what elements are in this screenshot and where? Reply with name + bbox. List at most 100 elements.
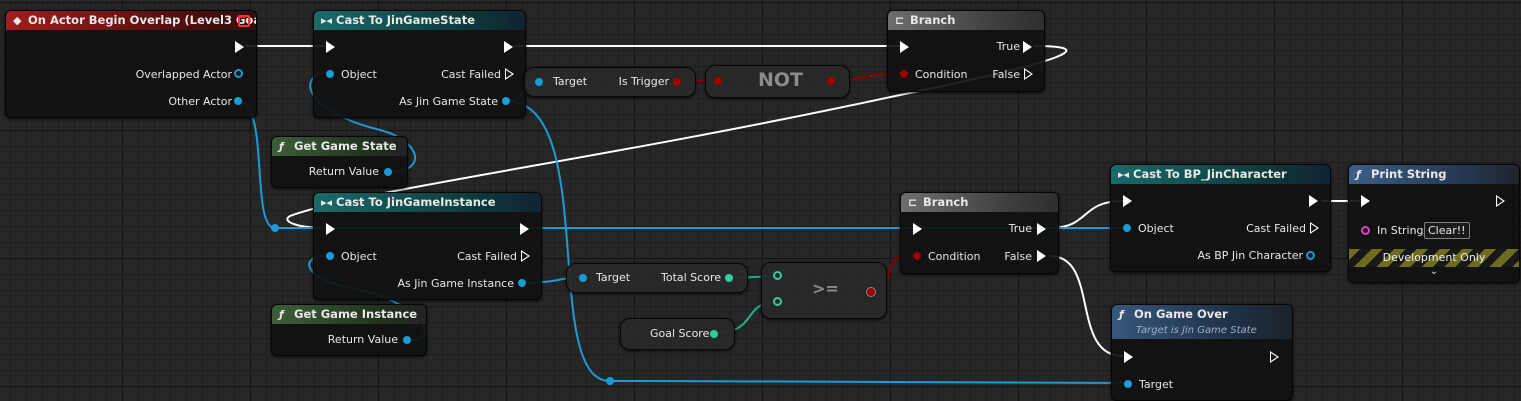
event-node-header: ◆ On Actor Begin Overlap (Level3 Goal) — [6, 11, 256, 30]
pin-label: Cast Failed — [441, 68, 501, 81]
exec-out-pin[interactable] — [1309, 195, 1318, 207]
node-header: ƒ On Game Over Target is Jin Game State — [1112, 305, 1292, 339]
object-in-pin[interactable] — [326, 252, 334, 260]
exec-in-pin[interactable] — [326, 223, 335, 235]
cast-arrow-icon: ▸◂ — [321, 196, 333, 209]
goal-score-node[interactable]: Goal Score — [620, 318, 735, 350]
compare-a-pin[interactable] — [773, 271, 782, 280]
pin-label: In String — [1377, 224, 1424, 237]
on-game-over-node[interactable]: ƒ On Game Over Target is Jin Game State … — [1111, 304, 1293, 401]
pin-label: False — [1004, 250, 1032, 263]
chevron-down-icon[interactable]: ⌄ — [1349, 266, 1519, 277]
pin-label: Overlapped Actor — [135, 68, 232, 81]
condition-pin[interactable] — [913, 252, 921, 260]
node-title: Branch — [910, 13, 956, 27]
exec-out-pin[interactable] — [504, 41, 513, 53]
print-string-node[interactable]: ƒ Print String In String Clear!! Develop… — [1348, 164, 1520, 283]
pin-label: Cast Failed — [1246, 222, 1306, 235]
not-node[interactable]: NOT — [705, 65, 850, 98]
pin-label: Goal Score — [650, 327, 710, 340]
false-out-pin[interactable] — [1024, 68, 1033, 80]
exec-in-pin[interactable] — [1361, 195, 1370, 207]
return-value-pin[interactable] — [403, 336, 411, 344]
is-trigger-out-pin[interactable] — [673, 78, 681, 86]
exec-out-pin[interactable] — [235, 41, 244, 53]
branch-icon: ⊏ — [908, 196, 918, 209]
target-in-pin[interactable] — [535, 78, 543, 86]
object-in-pin[interactable] — [1123, 224, 1131, 232]
event-diamond-icon: ◆ — [13, 14, 22, 27]
get-game-instance-node[interactable]: ƒ Get Game Instance Return Value — [271, 304, 427, 356]
exec-in-pin[interactable] — [326, 41, 335, 53]
exec-out-pin[interactable] — [1496, 195, 1505, 207]
node-header: ⊏ Branch — [901, 193, 1058, 212]
pin-label: As BP Jin Character — [1197, 249, 1303, 262]
pin-label: Object — [341, 250, 377, 263]
exec-in-pin[interactable] — [1123, 195, 1132, 207]
greater-equal-node[interactable]: >= — [761, 262, 887, 319]
function-f-icon: ƒ — [1356, 168, 1361, 181]
cast-bp-jin-character-node[interactable]: ▸◂ Cast To BP_JinCharacter Object Cast F… — [1110, 164, 1331, 272]
branch-node-1[interactable]: ⊏ Branch True Condition False — [887, 10, 1045, 92]
total-score-node[interactable]: Target Total Score — [566, 263, 748, 293]
as-bp-jin-character-pin[interactable] — [1306, 251, 1315, 260]
in-string-pin[interactable] — [1361, 226, 1370, 235]
exec-out-pin[interactable] — [520, 223, 529, 235]
pin-label: Target — [596, 271, 631, 284]
cast-arrow-icon: ▸◂ — [321, 14, 333, 27]
compare-label: >= — [812, 279, 839, 298]
node-title: Cast To BP_JinCharacter — [1133, 167, 1287, 181]
as-jin-game-instance-pin[interactable] — [518, 279, 526, 287]
exec-in-pin[interactable] — [913, 223, 922, 235]
cast-failed-pin[interactable] — [521, 250, 530, 262]
cast-jin-game-state-node[interactable]: ▸◂ Cast To JinGameState Object Cast Fail… — [313, 10, 526, 118]
condition-pin[interactable] — [900, 70, 908, 78]
event-node-begin-overlap[interactable]: ◆ On Actor Begin Overlap (Level3 Goal) O… — [5, 10, 257, 118]
overlapped-actor-pin[interactable] — [234, 69, 243, 78]
goal-score-out-pin[interactable] — [710, 330, 718, 338]
target-in-pin[interactable] — [579, 274, 587, 282]
compare-b-pin[interactable] — [773, 297, 782, 306]
node-title: Cast To JinGameInstance — [336, 195, 496, 209]
pin-label: As Jin Game Instance — [397, 277, 514, 290]
node-subtitle: Target is Jin Game State — [1136, 325, 1257, 336]
is-trigger-node[interactable]: Target Is Trigger — [524, 67, 696, 97]
branch-node-2[interactable]: ⊏ Branch True Condition False — [900, 192, 1059, 274]
in-string-input[interactable]: Clear!! — [1424, 222, 1470, 239]
compare-out-pin[interactable] — [866, 287, 876, 297]
node-title: Get Game State — [294, 139, 397, 153]
pin-label: Cast Failed — [457, 250, 517, 263]
pin-label: As Jin Game State — [399, 95, 498, 108]
cast-failed-pin[interactable] — [1310, 222, 1319, 234]
node-title: Branch — [923, 195, 969, 209]
other-actor-pin[interactable] — [234, 97, 242, 105]
event-indicator-icon — [238, 15, 250, 27]
get-game-state-node[interactable]: ƒ Get Game State Return Value — [271, 136, 408, 188]
node-header: ƒ Get Game State — [272, 137, 407, 156]
pin-label: Return Value — [327, 333, 398, 346]
return-value-pin[interactable] — [384, 168, 392, 176]
development-only-label: Development Only — [1382, 251, 1486, 264]
exec-in-pin[interactable] — [1124, 351, 1133, 363]
pin-label: Condition — [928, 250, 981, 263]
cast-jin-game-instance-node[interactable]: ▸◂ Cast To JinGameInstance Object Cast F… — [313, 192, 542, 300]
object-in-pin[interactable] — [326, 70, 334, 78]
total-score-out-pin[interactable] — [725, 274, 733, 282]
node-header: ƒ Get Game Instance — [272, 305, 426, 324]
true-out-pin[interactable] — [1037, 223, 1046, 235]
not-out-pin[interactable] — [827, 77, 835, 85]
pin-label: Target — [553, 75, 588, 88]
as-jin-game-state-pin[interactable] — [502, 97, 510, 105]
pin-label: Return Value — [308, 165, 379, 178]
false-out-pin[interactable] — [1037, 250, 1046, 262]
exec-out-pin[interactable] — [1270, 351, 1279, 363]
exec-in-pin[interactable] — [900, 41, 909, 53]
target-in-pin[interactable] — [1124, 380, 1132, 388]
node-title: On Game Over — [1134, 307, 1228, 321]
node-header: ƒ Print String — [1349, 165, 1519, 184]
true-out-pin[interactable] — [1023, 41, 1032, 53]
not-in-pin[interactable] — [714, 77, 722, 85]
cast-failed-pin[interactable] — [505, 68, 514, 80]
reroute-knot — [271, 224, 279, 232]
pin-label: Is Trigger — [618, 75, 669, 88]
